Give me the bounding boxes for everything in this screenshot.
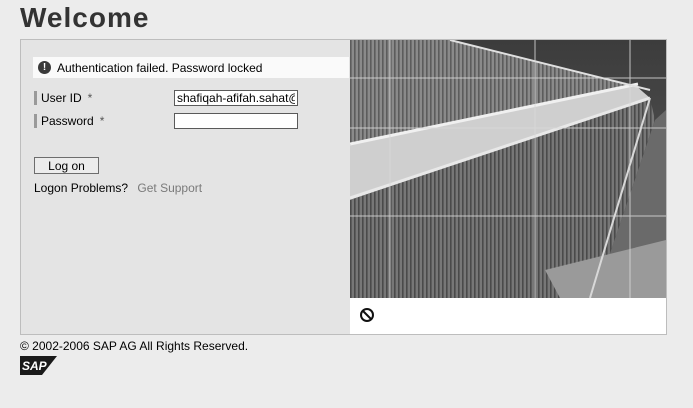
copyright-text: © 2002-2006 SAP AG All Rights Reserved. xyxy=(20,339,249,353)
user-id-input[interactable] xyxy=(174,90,298,106)
login-frame: ! Authentication failed. Password locked… xyxy=(20,39,667,335)
sap-logo: SAP xyxy=(20,356,57,375)
get-support-link[interactable]: Get Support xyxy=(137,181,202,195)
field-marker xyxy=(34,114,37,128)
exclamation-icon: ! xyxy=(38,61,51,74)
user-id-label-row: User ID * xyxy=(34,90,92,106)
password-input[interactable] xyxy=(174,113,298,129)
logon-problems-text: Logon Problems? xyxy=(34,181,129,195)
error-message-text: Authentication failed. Password locked xyxy=(57,60,263,75)
login-panel: ! Authentication failed. Password locked… xyxy=(21,40,350,334)
required-marker: * xyxy=(87,91,93,105)
image-footer xyxy=(350,298,666,334)
password-label-row: Password * xyxy=(34,113,104,129)
sap-logo-text: SAP xyxy=(22,359,48,373)
logon-help: Logon Problems? Get Support xyxy=(34,181,202,195)
architecture-photo xyxy=(350,40,666,298)
user-id-label: User ID xyxy=(41,91,82,105)
building-image xyxy=(350,40,666,298)
field-marker xyxy=(34,91,37,105)
required-marker: * xyxy=(99,114,105,128)
password-label: Password xyxy=(41,114,94,128)
error-message: ! Authentication failed. Password locked xyxy=(33,57,349,78)
log-on-button[interactable]: Log on xyxy=(34,157,99,174)
blocked-icon xyxy=(360,308,374,322)
page-title: Welcome xyxy=(20,2,150,33)
